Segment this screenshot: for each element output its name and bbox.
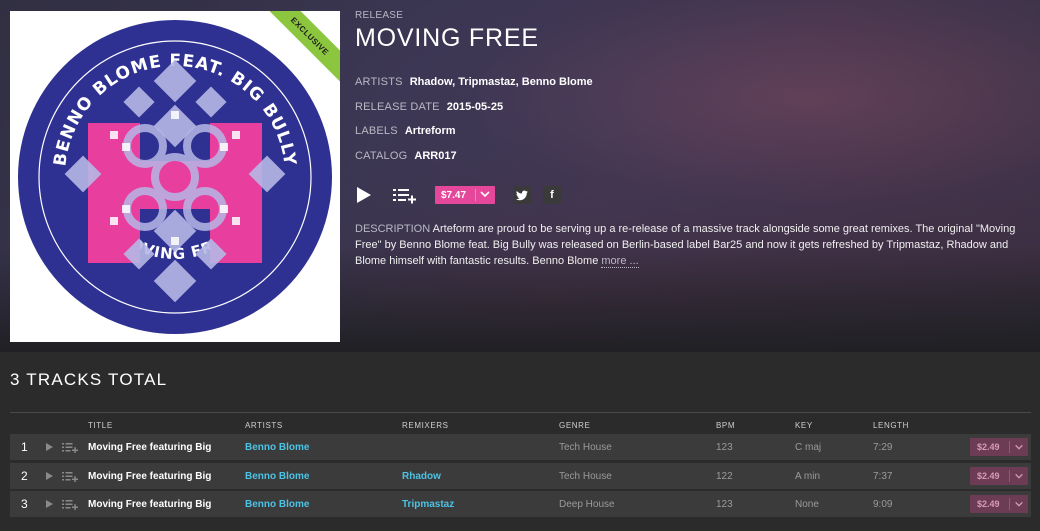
artwork-image: BENNO BLOME FEAT. BIG BULLY MOVING FREE — [18, 20, 332, 334]
track-bpm: 123 — [716, 442, 733, 453]
description-label: DESCRIPTION — [355, 223, 431, 235]
col-length[interactable]: LENGTH — [873, 421, 909, 430]
tracks-table-header: TITLE ARTISTS REMIXERS GENRE BPM KEY LEN… — [10, 412, 1031, 434]
track-bpm: 122 — [716, 470, 733, 482]
release-date-value: 2015-05-25 — [446, 101, 504, 113]
col-key[interactable]: KEY — [795, 421, 813, 430]
facebook-share-button[interactable]: f — [543, 186, 561, 204]
track-bpm: 123 — [716, 499, 733, 510]
tracks-table: TITLE ARTISTS REMIXERS GENRE BPM KEY LEN… — [10, 412, 1031, 520]
track-key: A min — [795, 470, 821, 482]
catalog-row: CATALOG ARR017 — [355, 150, 457, 162]
release-info: RELEASE MOVING FREE ARTISTS Rhadow, Trip… — [355, 10, 1030, 268]
facebook-icon: f — [550, 189, 554, 201]
buy-track-button[interactable]: $2.49 — [970, 466, 1028, 485]
price-divider — [1009, 441, 1010, 453]
track-length: 7:37 — [873, 470, 893, 482]
play-icon[interactable] — [357, 187, 371, 203]
col-artists[interactable]: ARTISTS — [245, 421, 283, 430]
buy-release-button[interactable]: $7.47 — [435, 186, 495, 204]
col-genre[interactable]: GENRE — [559, 421, 590, 430]
artists-row: ARTISTS Rhadow, Tripmastaz, Benno Blome — [355, 76, 593, 88]
track-artist[interactable]: Benno Blome — [245, 471, 309, 482]
track-number: 2 — [21, 468, 28, 483]
add-to-queue-icon[interactable] — [393, 186, 417, 204]
track-price: $2.49 — [977, 442, 1000, 452]
catalog-label: CATALOG — [355, 150, 408, 162]
chevron-down-icon[interactable] — [479, 188, 491, 200]
label-value[interactable]: Artreform — [405, 125, 456, 137]
artists-label: ARTISTS — [355, 76, 403, 88]
track-key: None — [795, 499, 819, 510]
play-icon[interactable] — [46, 500, 53, 508]
track-genre[interactable]: Tech House — [559, 471, 612, 482]
chevron-down-icon[interactable] — [1014, 499, 1024, 509]
track-remixer[interactable]: Rhadow — [402, 471, 441, 482]
price-divider — [1009, 469, 1010, 482]
buy-track-button[interactable]: $2.49 — [970, 438, 1028, 456]
track-remixer[interactable]: Tripmastaz — [402, 499, 454, 510]
price-divider — [1009, 498, 1010, 510]
tracks-total-heading: 3 TRACKS TOTAL — [10, 370, 168, 389]
release-date-row: RELEASE DATE 2015-05-25 — [355, 101, 503, 113]
track-row[interactable]: 3 Moving Free featuring Big Benno Blome … — [10, 491, 1031, 517]
add-to-queue-icon[interactable] — [62, 442, 78, 453]
release-description: DESCRIPTION Arteform are proud to be ser… — [355, 221, 1030, 269]
labels-label: LABELS — [355, 125, 398, 137]
add-to-queue-icon[interactable] — [62, 499, 78, 510]
track-title[interactable]: Moving Free featuring Big — [88, 442, 211, 453]
track-key: C maj — [795, 442, 822, 453]
track-title[interactable]: Moving Free featuring Big — [88, 471, 211, 482]
track-row[interactable]: 2 Moving Free featuring Big Benno Blome … — [10, 462, 1031, 489]
track-artist[interactable]: Benno Blome — [245, 442, 309, 453]
description-text: Arteform are proud to be serving up a re… — [355, 223, 1016, 267]
chevron-down-icon[interactable] — [1014, 471, 1024, 481]
track-length: 9:09 — [873, 499, 893, 510]
catalog-value: ARR017 — [414, 150, 457, 162]
track-price: $2.49 — [977, 499, 1000, 509]
track-genre[interactable]: Tech House — [559, 442, 612, 453]
track-price: $2.49 — [977, 470, 1000, 481]
price-divider — [475, 189, 476, 201]
twitter-share-button[interactable] — [513, 186, 531, 204]
artists-value[interactable]: Rhadow, Tripmastaz, Benno Blome — [410, 76, 593, 88]
track-artist[interactable]: Benno Blome — [245, 499, 309, 510]
track-title[interactable]: Moving Free featuring Big — [88, 499, 211, 510]
twitter-icon — [516, 190, 528, 200]
col-bpm[interactable]: BPM — [716, 421, 735, 430]
play-icon[interactable] — [46, 471, 53, 480]
release-price: $7.47 — [441, 189, 467, 201]
add-to-queue-icon[interactable] — [62, 471, 78, 482]
track-number: 1 — [21, 440, 28, 454]
col-remixers[interactable]: REMIXERS — [402, 421, 449, 430]
play-icon[interactable] — [46, 443, 53, 451]
buy-track-button[interactable]: $2.49 — [970, 495, 1028, 513]
track-length: 7:29 — [873, 442, 893, 453]
release-date-label: RELEASE DATE — [355, 101, 440, 113]
release-title: MOVING FREE — [355, 24, 539, 52]
chevron-down-icon[interactable] — [1014, 442, 1024, 452]
track-row[interactable]: 1 Moving Free featuring Big Benno Blome … — [10, 434, 1031, 460]
release-eyebrow: RELEASE — [355, 10, 404, 21]
labels-row: LABELS Artreform — [355, 125, 456, 137]
track-number: 3 — [21, 497, 28, 511]
release-artwork[interactable]: BENNO BLOME FEAT. BIG BULLY MOVING FREE — [10, 11, 340, 342]
col-title[interactable]: TITLE — [88, 421, 113, 430]
release-actions: $7.47 f — [355, 185, 655, 205]
track-genre[interactable]: Deep House — [559, 499, 615, 510]
more-link[interactable]: more ... — [601, 255, 639, 268]
